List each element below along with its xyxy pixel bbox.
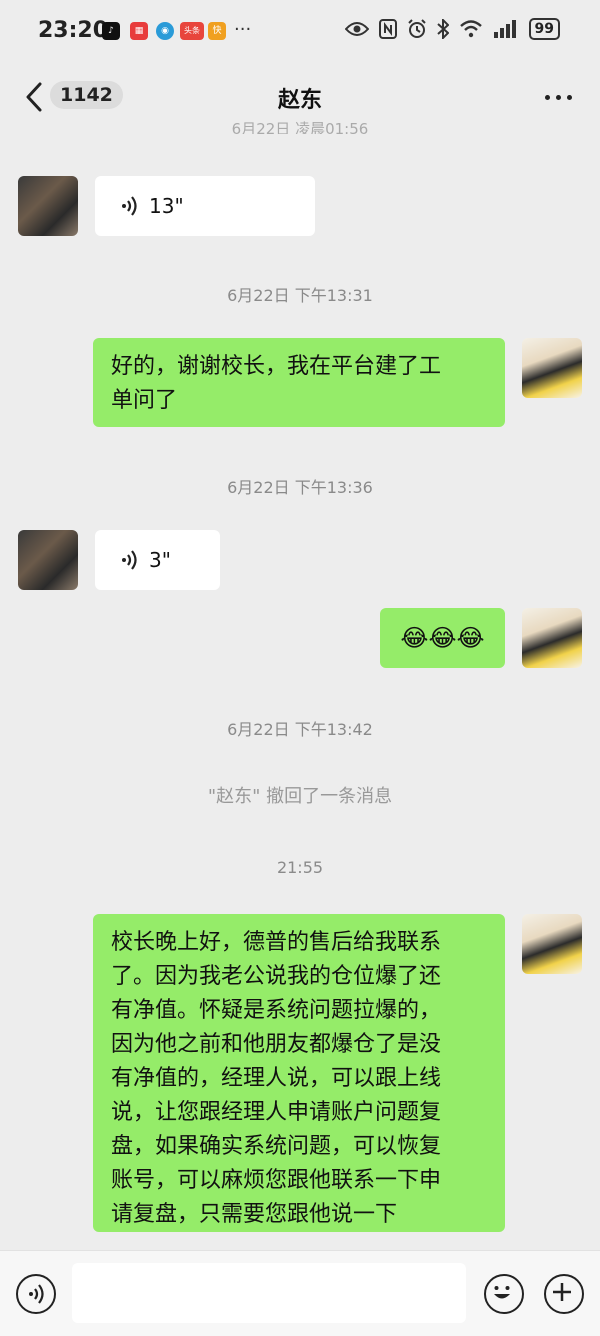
toutiao-icon: 头条 [180,22,204,40]
timestamp-partial: 6月22日 凌晨01:56 [231,120,369,134]
bluetooth-icon [436,19,449,39]
timestamp: 21:55 [276,858,324,877]
more-options-icon[interactable] [545,95,572,100]
message-input[interactable] [72,1263,466,1323]
timestamp: 6月22日 下午13:31 [227,286,373,305]
voice-input-button[interactable] [16,1274,56,1314]
voice-message-bubble[interactable]: 3" [95,530,220,590]
status-time: 23:20 [38,18,109,43]
message-line: 请复盘，只需要您跟他说一下 [111,1202,398,1227]
message-line: 盘，如果确实系统问题，可以恢复 [111,1134,442,1159]
message-line: 校长晚上好，德普的售后给我联系 [111,930,442,955]
huawei-app-icon: ▦ [130,22,148,40]
voice-message-bubble[interactable]: 13" [95,176,315,236]
message-line: 有净值。怀疑是系统问题拉爆的， [111,998,442,1023]
more-notifications-icon: ··· [234,19,252,40]
more-actions-button[interactable] [544,1274,584,1314]
timestamp: 6月22日 下午13:36 [227,478,373,497]
message-line: 说，让您跟经理人申请账户问题复 [111,1100,442,1125]
voice-wave-icon [122,550,137,570]
alarm-icon [407,19,426,38]
browser-icon: ◉ [156,22,174,40]
my-avatar[interactable] [522,914,582,974]
outgoing-emoji-bubble[interactable]: 😂😂😂 [380,608,505,668]
voice-duration: 3" [149,548,171,572]
signal-icon [493,20,516,38]
message-line: 账号，可以麻烦您跟他联系一下申 [111,1168,442,1193]
message-line: 好的，谢谢校长，我在平台建了工 [111,354,442,379]
plus-icon [552,1282,571,1301]
my-avatar[interactable] [522,338,582,398]
timestamp: 6月22日 下午13:42 [227,720,373,739]
wifi-icon [459,20,482,38]
outgoing-message-bubble[interactable]: 好的，谢谢校长，我在平台建了工 单问了 [93,338,505,427]
my-avatar[interactable] [522,608,582,668]
battery-indicator: 99 [528,18,560,40]
outgoing-message-bubble[interactable]: 校长晚上好，德普的售后给我联系 了。因为我老公说我的仓位爆了还 有净值。怀疑是系… [93,914,505,1232]
emoji-button[interactable] [484,1274,524,1314]
nfc-icon [378,19,397,39]
recall-notice: "赵东" 撤回了一条消息 [207,786,393,807]
contact-avatar[interactable] [18,176,78,236]
laughing-emoji-icon: 😂😂😂 [400,624,485,652]
contact-avatar[interactable] [18,530,78,590]
message-line: 因为他之前和他朋友都爆仓了是没 [111,1032,442,1057]
message-line: 单问了 [111,388,178,413]
eye-icon [344,22,369,36]
voice-wave-icon [122,196,137,216]
message-line: 有净值的，经理人说，可以跟上线 [111,1066,442,1091]
chat-title: 赵东 [277,88,322,113]
message-line: 了。因为我老公说我的仓位爆了还 [111,964,442,989]
smiley-icon [493,1285,510,1298]
input-bar [0,1250,600,1336]
voice-wave-icon [29,1284,44,1304]
app-icon: 快 [208,22,226,40]
status-bar: 23:20 ♪ ▦ ◉ 头条 快 ··· 99 [0,0,600,62]
voice-duration: 13" [149,194,184,218]
tiktok-icon: ♪ [102,22,120,40]
